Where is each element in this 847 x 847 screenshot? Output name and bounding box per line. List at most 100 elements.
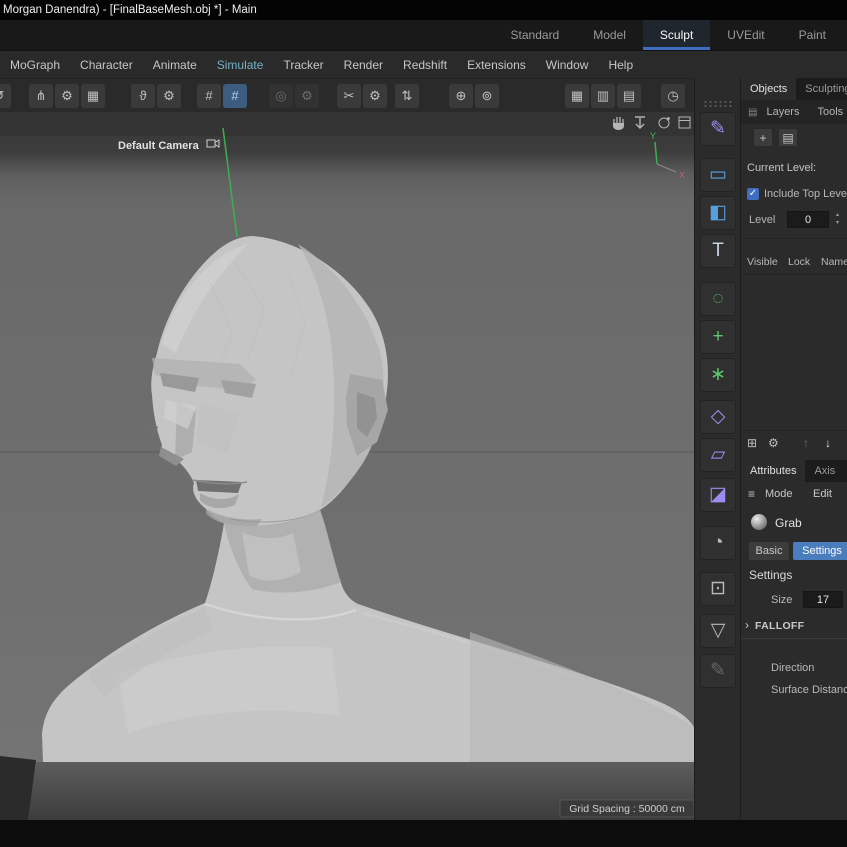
split-settings-icon[interactable]: ⚙ xyxy=(363,84,387,108)
generator-icon[interactable]: ∗ xyxy=(700,358,736,392)
axis-y-label: Y xyxy=(650,131,656,141)
manager-subtab-bar: ▤ Layers Tools xyxy=(741,100,847,124)
gear-icon[interactable]: ⚙ xyxy=(768,436,779,450)
hamburger-icon[interactable]: ≡ xyxy=(748,487,755,501)
right-panel: Objects Sculpting ▤ Layers Tools + ▤ Cur… xyxy=(741,78,847,820)
extrude-cube-icon[interactable]: ⊡ xyxy=(700,572,736,606)
character-settings-icon[interactable]: ⚙ xyxy=(55,84,79,108)
app-window: Morgan Danendra) - [FinalBaseMesh.obj *]… xyxy=(0,0,847,847)
menu-extensions[interactable]: Extensions xyxy=(457,51,536,79)
svg-text:Grid Spacing : 50000 cm: Grid Spacing : 50000 cm xyxy=(569,803,685,815)
svg-text:Default Camera: Default Camera xyxy=(118,140,200,152)
menu-animate[interactable]: Animate xyxy=(143,51,207,79)
tab-layers[interactable]: Layers xyxy=(757,106,808,118)
tab-basic[interactable]: Basic xyxy=(749,542,789,560)
layout-grid-icon[interactable]: ⊞ xyxy=(747,436,757,450)
history-icon[interactable]: ↺ xyxy=(0,84,11,108)
viewport-chrome xyxy=(0,112,694,136)
layout-tab-paint[interactable]: Paint xyxy=(782,20,843,50)
bottom-strip xyxy=(0,820,847,847)
simulate-cloth-icon[interactable]: ϑ xyxy=(131,84,155,108)
layout-tab-model[interactable]: Model xyxy=(576,20,643,50)
sphere-shade-icon[interactable]: ◔ xyxy=(700,526,736,560)
current-level-label: Current Level: xyxy=(747,162,816,174)
layers-icon: ▤ xyxy=(748,107,757,118)
window-title: Morgan Danendra) - [FinalBaseMesh.obj *]… xyxy=(0,0,847,20)
falloff-section-label: FALLOFF xyxy=(755,620,804,632)
cube-icon[interactable]: ◧ xyxy=(700,196,736,230)
timeline-key-icon[interactable]: ▤ xyxy=(617,84,641,108)
polygon-pen-icon[interactable]: ✎ xyxy=(700,112,736,146)
tab-objects[interactable]: Objects xyxy=(741,78,796,100)
menu-tracker[interactable]: Tracker xyxy=(273,51,333,79)
target-disabled-icon[interactable]: ◎ xyxy=(269,84,293,108)
include-top-level-checkbox[interactable]: ✓ xyxy=(747,188,759,200)
tab-tools[interactable]: Tools xyxy=(808,106,847,118)
axis-icon[interactable]: ⊕ xyxy=(449,84,473,108)
tab-attributes[interactable]: Attributes xyxy=(741,460,805,482)
level-stepper-down[interactable]: ▾ xyxy=(833,219,842,227)
text-tool-icon[interactable]: T xyxy=(700,234,736,268)
sort-arrows-icon[interactable]: ⇅ xyxy=(395,84,419,108)
split-icon[interactable]: ✂ xyxy=(337,84,361,108)
menu-bar: MoGraph Character Animate Simulate Track… xyxy=(0,50,847,78)
grab-tool-icon xyxy=(751,514,767,530)
include-top-level-label: Include Top Level xyxy=(764,188,847,200)
tab-settings[interactable]: Settings xyxy=(793,542,847,560)
edit-menu[interactable]: Edit xyxy=(813,488,832,500)
tab-axis[interactable]: Axis xyxy=(805,460,844,482)
add-object-icon[interactable]: + xyxy=(700,320,736,354)
level-label: Level xyxy=(749,214,775,226)
layout-tab-standard[interactable]: Standard xyxy=(494,20,577,50)
grid-spacing-badge: Grid Spacing : 50000 cm xyxy=(560,800,694,817)
timeline-icon[interactable]: ▦ xyxy=(565,84,589,108)
column-lock[interactable]: Lock xyxy=(788,256,810,268)
layout-tab-bar: Standard Model Sculpt UVEdit Paint xyxy=(0,20,847,50)
move-up-icon[interactable]: ↑ xyxy=(803,436,809,450)
pencil-disabled-icon[interactable]: ✎ xyxy=(700,654,736,688)
duplicate-button[interactable]: ▤ xyxy=(778,128,798,147)
auto-mode-icon[interactable]: ⊚ xyxy=(475,84,499,108)
gear-disabled-icon[interactable]: ⚙ xyxy=(295,84,319,108)
tab-sculpting[interactable]: Sculpting xyxy=(796,78,847,100)
sculpt-toolbar: ✎ ▭ ◧ T ◌ + ∗ ◇ ▱ ◪ ◔ ⊡ ▽ ✎ xyxy=(694,78,741,820)
plateau-icon[interactable]: ▱ xyxy=(700,438,736,472)
menu-mograph[interactable]: MoGraph xyxy=(0,51,70,79)
column-name[interactable]: Name xyxy=(821,256,847,268)
column-visible[interactable]: Visible xyxy=(747,256,778,268)
menu-character[interactable]: Character xyxy=(70,51,143,79)
falloff-chevron-icon[interactable]: › xyxy=(745,618,749,632)
settings-heading: Settings xyxy=(749,568,792,582)
mirror-icon[interactable]: ◪ xyxy=(700,478,736,512)
menu-render[interactable]: Render xyxy=(334,51,393,79)
level-stepper-up[interactable]: ▴ xyxy=(833,211,842,219)
menu-redshift[interactable]: Redshift xyxy=(393,51,457,79)
rectangle-select-icon[interactable]: ▭ xyxy=(700,158,736,192)
grid-icon[interactable]: # xyxy=(197,84,221,108)
wire-sphere-icon[interactable]: ◇ xyxy=(700,400,736,434)
weights-icon[interactable]: ▦ xyxy=(81,84,105,108)
mode-menu[interactable]: Mode xyxy=(765,488,793,500)
simulate-settings-icon[interactable]: ⚙ xyxy=(157,84,181,108)
add-level-button[interactable]: + xyxy=(753,128,773,147)
axis-x-label: X xyxy=(679,170,685,180)
timeline-film-icon[interactable]: ▥ xyxy=(591,84,615,108)
move-down-icon[interactable]: ↓ xyxy=(825,436,831,450)
surface-distance-label: Surface Distance xyxy=(771,684,847,696)
snap-grid-icon[interactable]: # xyxy=(223,84,247,108)
character-rig-icon[interactable]: ⋔ xyxy=(29,84,53,108)
size-value-field[interactable]: 17 xyxy=(803,591,843,608)
layout-tab-sculpt[interactable]: Sculpt xyxy=(643,20,710,50)
clock-icon[interactable]: ◷ xyxy=(661,84,685,108)
menu-simulate[interactable]: Simulate xyxy=(207,51,274,79)
level-value-field[interactable]: 0 xyxy=(787,211,829,228)
toolbar-grip[interactable] xyxy=(703,100,733,108)
layout-tab-uvedit[interactable]: UVEdit xyxy=(710,20,781,50)
point-sphere-icon[interactable]: ◌ xyxy=(700,282,736,316)
viewport-canvas[interactable]: Y X Default Camera xyxy=(0,112,694,820)
size-label: Size xyxy=(771,594,792,606)
menu-help[interactable]: Help xyxy=(598,51,643,79)
funnel-icon[interactable]: ▽ xyxy=(700,614,736,648)
viewport[interactable]: Y X Default Camera xyxy=(0,112,694,820)
menu-window[interactable]: Window xyxy=(536,51,599,79)
